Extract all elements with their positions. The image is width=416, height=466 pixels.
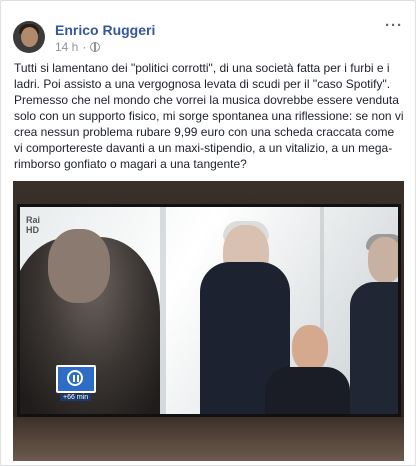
post-paragraph: Premesso che nel mondo che vorrei la mus… (14, 93, 404, 171)
avatar[interactable] (13, 21, 45, 53)
timestamp[interactable]: 14 h (55, 40, 78, 54)
globe-icon (90, 42, 101, 52)
judge-figure (265, 367, 350, 414)
post-photo[interactable]: Rai HD +66 min (13, 181, 404, 461)
post-paragraph: Tutti si lamentano dei "politici corrott… (14, 61, 391, 91)
tv-badge-label: +66 min (60, 394, 92, 401)
author-name[interactable]: Enrico Ruggeri (55, 22, 155, 38)
tv-logo: Rai HD (26, 215, 41, 235)
more-options-button[interactable]: ··· (385, 17, 403, 34)
post-card: Enrico Ruggeri 14 h · ··· Tutti si lamen… (0, 0, 416, 466)
pause-icon (56, 365, 96, 393)
post-meta: 14 h · (55, 40, 101, 54)
post-text: Tutti si lamentano dei "politici corrott… (14, 60, 406, 172)
television: Rai HD +66 min (17, 204, 401, 417)
judge-figure (350, 282, 398, 414)
